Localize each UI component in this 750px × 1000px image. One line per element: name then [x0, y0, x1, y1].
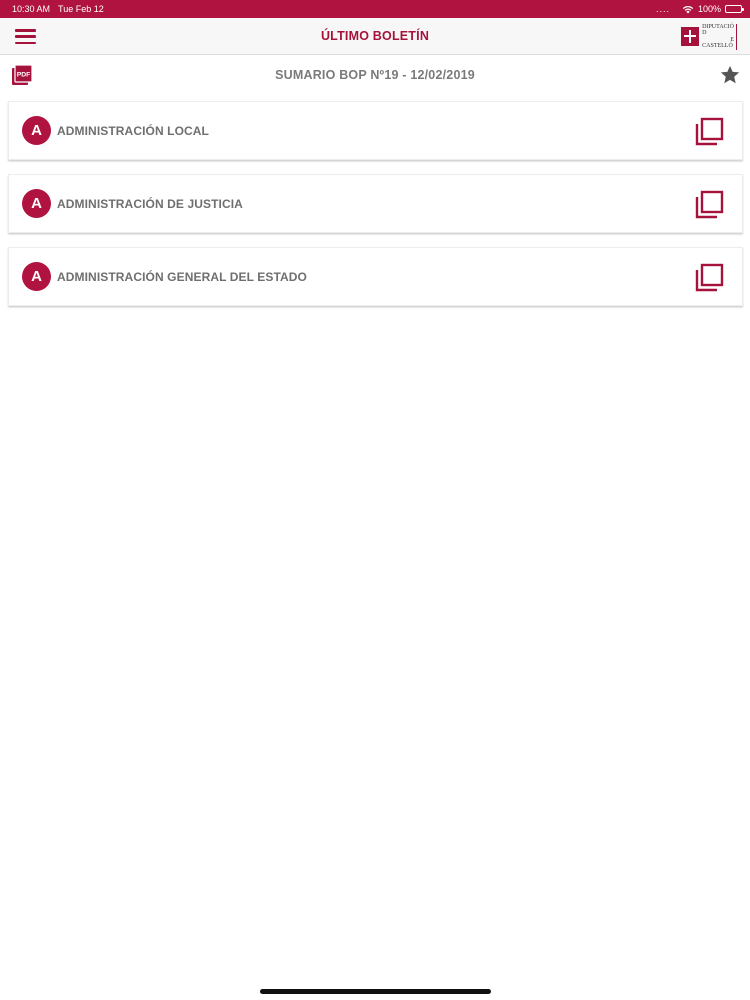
status-right: .... 100%: [655, 4, 744, 14]
section-badge: A: [22, 116, 51, 145]
copy-icon[interactable]: [695, 190, 724, 219]
pdf-icon[interactable]: PDF: [11, 64, 33, 86]
section-label: ADMINISTRACIÓN GENERAL DEL ESTADO: [57, 269, 307, 284]
battery-icon: [725, 5, 744, 13]
navigation-bar: ÚLTIMO BOLETÍN DIPUTACIÓ D E CASTELLÓ: [0, 18, 750, 55]
copy-icon[interactable]: [695, 117, 724, 146]
section-card-administracion-justicia[interactable]: A ADMINISTRACIÓN DE JUSTICIA: [8, 174, 743, 233]
copy-icon[interactable]: [695, 263, 724, 292]
status-left: 10:30 AM Tue Feb 12: [12, 4, 104, 14]
menu-line: [15, 35, 36, 38]
cross-emblem-icon: [681, 27, 700, 46]
bulletin-summary-title: SUMARIO BOP Nº19 - 12/02/2019: [275, 68, 475, 82]
status-time: 10:30 AM: [12, 4, 51, 14]
section-label: ADMINISTRACIÓN DE JUSTICIA: [57, 196, 243, 211]
summary-header: PDF SUMARIO BOP Nº19 - 12/02/2019: [0, 56, 750, 94]
multitasking-dots: ....: [655, 4, 670, 14]
section-card-administracion-local[interactable]: A ADMINISTRACIÓN LOCAL: [8, 101, 743, 160]
hamburger-menu-icon[interactable]: [15, 29, 36, 44]
menu-line: [15, 29, 36, 32]
status-date: Tue Feb 12: [58, 4, 104, 14]
home-indicator[interactable]: [260, 989, 491, 994]
status-bar: 10:30 AM Tue Feb 12 .... 100%: [0, 0, 750, 18]
svg-text:PDF: PDF: [17, 71, 31, 78]
logo-line: CASTELLÓ: [702, 43, 733, 49]
section-badge: A: [22, 262, 51, 291]
section-badge: A: [22, 189, 51, 218]
logo-text: DIPUTACIÓ D E CASTELLÓ: [702, 23, 737, 50]
diputacio-logo: DIPUTACIÓ D E CASTELLÓ: [681, 23, 737, 50]
star-icon[interactable]: [719, 64, 741, 86]
battery-percent: 100%: [697, 4, 721, 14]
menu-line: [15, 41, 36, 44]
page-title: ÚLTIMO BOLETÍN: [320, 29, 430, 43]
section-list: A ADMINISTRACIÓN LOCAL A ADMINISTRACIÓN …: [8, 101, 743, 320]
section-label: ADMINISTRACIÓN LOCAL: [57, 123, 209, 138]
section-card-administracion-general-estado[interactable]: A ADMINISTRACIÓN GENERAL DEL ESTADO: [8, 247, 743, 306]
wifi-icon: [682, 5, 694, 13]
